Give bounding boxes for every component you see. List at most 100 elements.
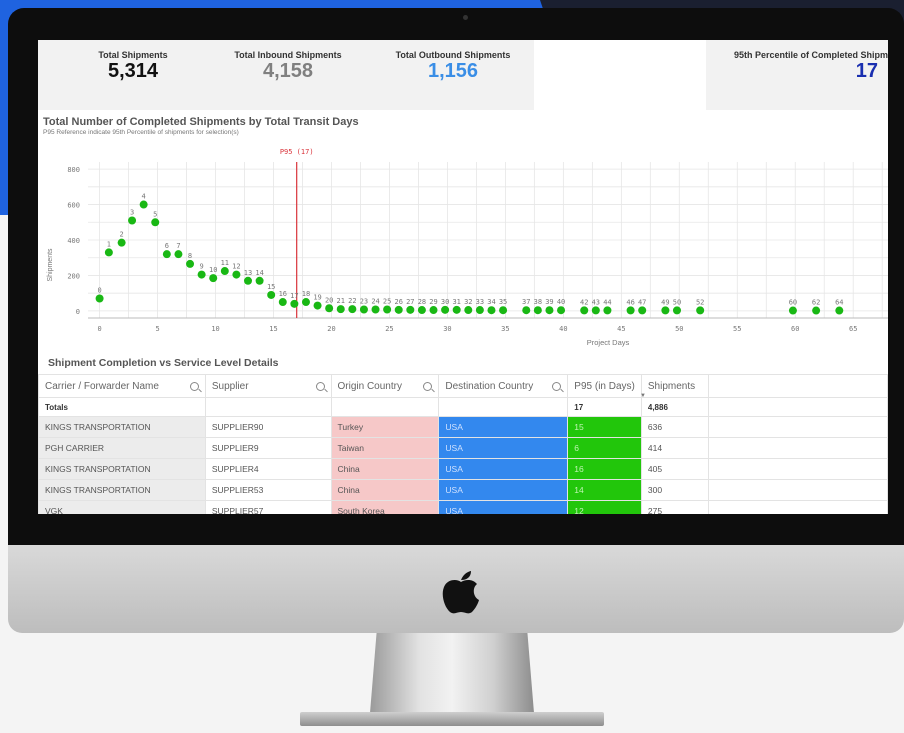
data-label: 38 [534, 298, 542, 306]
data-point [301, 298, 310, 307]
data-point [244, 276, 252, 285]
data-point [313, 301, 322, 310]
column-header-p95[interactable]: P95 (in Days) [567, 374, 642, 398]
cell-destination[interactable]: USA [438, 500, 569, 514]
data-label: 6 [165, 242, 169, 250]
data-point [835, 306, 844, 315]
column-header-destination[interactable]: Destination Country [438, 374, 569, 398]
data-label: 16 [279, 290, 287, 298]
data-point [325, 304, 334, 313]
cell-shipments[interactable]: 275 [640, 500, 709, 514]
data-label: 3 [130, 209, 134, 217]
cell-origin[interactable]: South Korea [330, 500, 440, 514]
data-label: 20 [325, 296, 333, 304]
cell-origin[interactable]: China [330, 479, 440, 501]
data-label: 17 [290, 292, 298, 300]
data-point [117, 238, 126, 247]
data-label: 11 [221, 259, 229, 267]
cell-p95[interactable]: 16 [567, 458, 642, 480]
cell-destination[interactable]: USA [438, 479, 569, 501]
data-label: 19 [313, 294, 321, 302]
data-label: 2 [120, 231, 124, 239]
cell-shipments[interactable]: 414 [640, 437, 709, 459]
x-tick-label: 20 [327, 325, 335, 333]
data-label: 34 [487, 298, 495, 306]
cell-shipments[interactable]: 405 [640, 458, 709, 480]
cell-origin[interactable]: Taiwan [330, 437, 440, 459]
cell-origin[interactable]: Turkey [330, 416, 440, 438]
kpi-value: 5,314 [107, 60, 159, 82]
cell-p95[interactable]: 15 [567, 416, 642, 438]
column-header-carrier[interactable]: Carrier / Forwarder Name [38, 374, 206, 398]
data-label: 32 [464, 298, 472, 306]
data-point [336, 305, 345, 314]
data-point [174, 250, 183, 259]
data-point [429, 306, 438, 315]
cell-supplier[interactable]: SUPPLIER90 [204, 416, 332, 438]
cell-origin[interactable]: China [330, 458, 440, 480]
table-row[interactable]: KINGS TRANSPORTATION SUPPLIER4 China USA… [38, 458, 888, 480]
sort-descending-icon[interactable]: ▼ [640, 393, 646, 399]
kpi-inbound-shipments[interactable]: Total Inbound Shipments 4,158 [223, 50, 353, 82]
data-point [452, 305, 461, 314]
cell-shipments[interactable]: 300 [640, 479, 709, 501]
chart-subtitle: P95 Reference indicate 95th Percentile o… [43, 129, 239, 136]
dashboard-screen: Total Shipments 5,314 Total Inbound Ship… [38, 40, 888, 514]
cell-p95[interactable]: 12 [567, 500, 642, 514]
cell-supplier[interactable]: SUPPLIER4 [204, 458, 332, 480]
table-row[interactable]: KINGS TRANSPORTATION SUPPLIER90 Turkey U… [38, 416, 888, 438]
data-point [406, 305, 415, 314]
x-tick-label: 50 [675, 325, 683, 333]
data-label: 31 [452, 298, 460, 306]
cell-supplier[interactable]: SUPPLIER53 [204, 479, 332, 501]
data-label: 46 [626, 298, 634, 306]
cell-supplier[interactable]: SUPPLIER9 [204, 437, 332, 459]
kpi-total-shipments[interactable]: Total Shipments 5,314 [78, 50, 188, 82]
transit-days-scatter-chart[interactable]: 02004006008000 5 10 15 20 25 30 35 40 45 50 55 60 65 … [38, 140, 888, 350]
data-label: 52 [696, 298, 704, 306]
data-point [151, 218, 160, 227]
data-label: 22 [348, 297, 356, 305]
search-icon[interactable] [423, 381, 433, 391]
cell-supplier[interactable]: SUPPLIER57 [204, 500, 332, 514]
search-icon[interactable] [315, 381, 325, 391]
column-header-supplier[interactable]: Supplier [204, 374, 332, 398]
cell-destination[interactable]: USA [438, 416, 569, 438]
column-header-origin[interactable]: Origin Country [330, 374, 440, 398]
data-label: 50 [673, 298, 681, 306]
data-label: 29 [429, 298, 437, 306]
data-label: 40 [557, 298, 565, 306]
cell-destination[interactable]: USA [438, 437, 569, 459]
cell-carrier[interactable]: VGK [38, 500, 206, 514]
table-row[interactable]: VGK SUPPLIER57 South Korea USA 12 275 [38, 500, 888, 514]
kpi-outbound-shipments[interactable]: Total Outbound Shipments 1,156 [383, 50, 523, 82]
search-icon[interactable] [189, 381, 199, 391]
cell-carrier[interactable]: KINGS TRANSPORTATION [38, 458, 206, 480]
search-icon[interactable] [552, 381, 562, 391]
kpi-p95-completed[interactable]: 95th Percentile of Completed Shipm 17 [728, 50, 888, 82]
x-tick-label: 35 [501, 325, 509, 333]
cell-p95[interactable]: 6 [567, 437, 642, 459]
cell-shipments[interactable]: 636 [640, 416, 709, 438]
column-header-shipments[interactable]: Shipments [640, 374, 709, 398]
y-tick-label: 600 [67, 202, 80, 210]
service-level-table: Carrier / Forwarder Name Supplier Origin… [38, 374, 888, 514]
x-tick-label: 40 [559, 325, 567, 333]
data-point [580, 306, 589, 315]
cell-carrier[interactable]: KINGS TRANSPORTATION [38, 479, 206, 501]
table-row[interactable]: PGH CARRIER SUPPLIER9 Taiwan USA 6 414 [38, 437, 888, 459]
data-label: 42 [580, 298, 588, 306]
cell-carrier[interactable]: PGH CARRIER [38, 437, 206, 459]
data-point [545, 306, 554, 315]
totals-p95: 17 [567, 397, 642, 417]
data-point [255, 276, 264, 285]
x-tick-label: 45 [617, 325, 625, 333]
totals-label: Totals [38, 397, 206, 417]
cell-p95[interactable]: 14 [567, 479, 642, 501]
chart-point-labels: 0123456 789 1011 1213 141516 17 18 19 20 21 22 23 24… [97, 193, 843, 307]
data-point [672, 306, 681, 315]
table-row[interactable]: KINGS TRANSPORTATION SUPPLIER53 China US… [38, 479, 888, 501]
cell-carrier[interactable]: KINGS TRANSPORTATION [38, 416, 206, 438]
cell-destination[interactable]: USA [438, 458, 569, 480]
chart-title: Total Number of Completed Shipments by T… [43, 116, 359, 128]
